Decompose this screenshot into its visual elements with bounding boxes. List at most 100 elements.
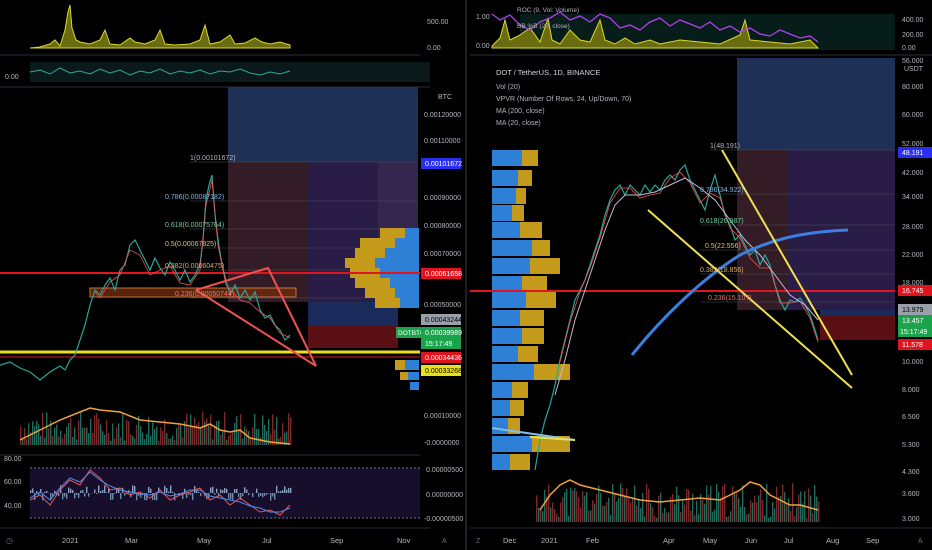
volume-bar	[112, 423, 114, 445]
histogram-bar	[248, 493, 250, 496]
histogram-bar	[246, 489, 248, 493]
volume-bar	[692, 493, 694, 522]
right-indicator[interactable]: Vol (20)	[496, 84, 520, 91]
right-price-badges: 48.191 16.745 13.979 13.457 15:17:49 11.…	[898, 147, 932, 350]
left-price-tick: 0.00050000	[424, 302, 461, 309]
right-fib-label: 1(48.191)	[710, 143, 740, 150]
volume-bar	[568, 515, 570, 522]
volume-bar	[168, 438, 170, 445]
right-indicator[interactable]: MA (200, close)	[496, 108, 545, 115]
right-time-axis: Dec 2021 Feb Apr May Jun Jul Aug Sep	[503, 536, 879, 545]
left-price-badge: 0.00101672	[425, 161, 462, 168]
volume-bar	[180, 425, 182, 445]
volume-bar	[552, 502, 554, 522]
histogram-bar	[234, 488, 236, 493]
volume-bar	[776, 486, 778, 522]
volume-bar	[588, 510, 590, 522]
volume-bar	[190, 414, 192, 445]
volume-bar	[84, 427, 86, 445]
right-price-tick: 3.000	[902, 516, 920, 523]
volume-bar	[106, 420, 108, 445]
volume-bar	[792, 483, 794, 522]
right-auto-scale-icon[interactable]: A	[918, 538, 923, 545]
volume-bar	[192, 426, 194, 445]
volume-bar	[146, 434, 148, 445]
volume-bar	[178, 424, 180, 445]
volume-bar	[128, 421, 130, 445]
left-auto-scale-icon[interactable]: A	[442, 538, 447, 545]
histogram-bar	[188, 493, 190, 495]
volume-bar	[658, 495, 660, 522]
volume-bar	[680, 511, 682, 522]
histogram-bar	[282, 489, 284, 493]
histogram-bar	[242, 493, 244, 497]
histogram-bar	[72, 490, 74, 493]
right-time-tick: May	[703, 536, 717, 545]
volume-bar	[214, 426, 216, 445]
right-time-tick: Apr	[663, 536, 675, 545]
volume-bar	[154, 428, 156, 445]
volume-bar	[144, 439, 146, 445]
left-countdown: 15:17:49	[425, 341, 452, 348]
left-time-tick: Jul	[262, 536, 272, 545]
histogram-bar	[166, 487, 168, 493]
histogram-bar	[100, 491, 102, 493]
volume-bar	[710, 485, 712, 522]
volume-bar	[116, 427, 118, 445]
volume-bar	[166, 432, 168, 445]
volume-bar	[722, 486, 724, 522]
volume-bar	[648, 488, 650, 522]
left-volume-spikes	[29, 4, 291, 49]
left-price-badge: 0.00034436	[425, 355, 462, 362]
left-target-zone	[228, 87, 418, 162]
volume-bar	[664, 507, 666, 522]
histogram-bar	[112, 493, 114, 500]
left-bottom-oscillator: 80.00 60.00 40.00 0.00000500 0.00000000 …	[0, 454, 463, 523]
histogram-bar	[230, 493, 232, 500]
volume-bar	[720, 497, 722, 522]
volume-bar	[226, 439, 228, 445]
volume-bar	[92, 432, 94, 445]
histogram-bar	[120, 493, 122, 500]
volume-bar	[96, 413, 98, 445]
histogram-bar	[262, 493, 264, 498]
volume-bar	[70, 418, 72, 445]
histogram-bar	[172, 491, 174, 493]
volume-bar	[566, 488, 568, 522]
volume-bar	[726, 516, 728, 522]
volume-bar	[594, 503, 596, 522]
right-osc-legend-bb: BB %B (20, close)	[517, 23, 570, 30]
left-top-oscillator: 500.00 0.00	[0, 4, 449, 56]
volume-bar	[152, 422, 154, 445]
volume-bar	[118, 423, 120, 445]
volume-bar	[224, 412, 226, 445]
volume-bar	[724, 483, 726, 522]
volume-bar	[778, 496, 780, 522]
volume-bar	[72, 436, 74, 445]
right-price-badge: 48.191	[902, 150, 924, 157]
right-chart-title[interactable]: DOT / TetherUS, 1D, BINANCE	[496, 68, 600, 77]
volume-bar	[242, 438, 244, 445]
volume-bar	[126, 419, 128, 445]
volume-bar	[652, 507, 654, 522]
volume-bar	[578, 496, 580, 522]
volume-bar	[554, 509, 556, 522]
right-zoom-icon[interactable]: Z	[476, 538, 481, 545]
right-price-tick: 60.000	[902, 112, 924, 119]
volume-bar	[616, 501, 618, 522]
vpvr-bar	[492, 454, 510, 470]
histogram-bar	[104, 485, 106, 493]
vpvr-bar	[492, 205, 512, 221]
vpvr-bar	[522, 276, 547, 292]
left-clock-icon[interactable]: ◷	[6, 536, 13, 545]
histogram-bar	[150, 488, 152, 493]
right-time-tick: 2021	[541, 536, 558, 545]
volume-bar	[638, 498, 640, 522]
histogram-bar	[272, 493, 274, 497]
right-indicator[interactable]: VPVR (Number Of Rows, 24, Up/Down, 70)	[496, 96, 631, 103]
left-chart: 500.00 0.00 0.00 1(0.00101672) 0.786(0.0…	[0, 4, 463, 545]
histogram-bar	[80, 490, 82, 493]
right-osc-right-tick: 200.00	[902, 32, 924, 39]
right-indicator[interactable]: MA (20, close)	[496, 120, 541, 127]
vpvr-bar	[510, 454, 530, 470]
